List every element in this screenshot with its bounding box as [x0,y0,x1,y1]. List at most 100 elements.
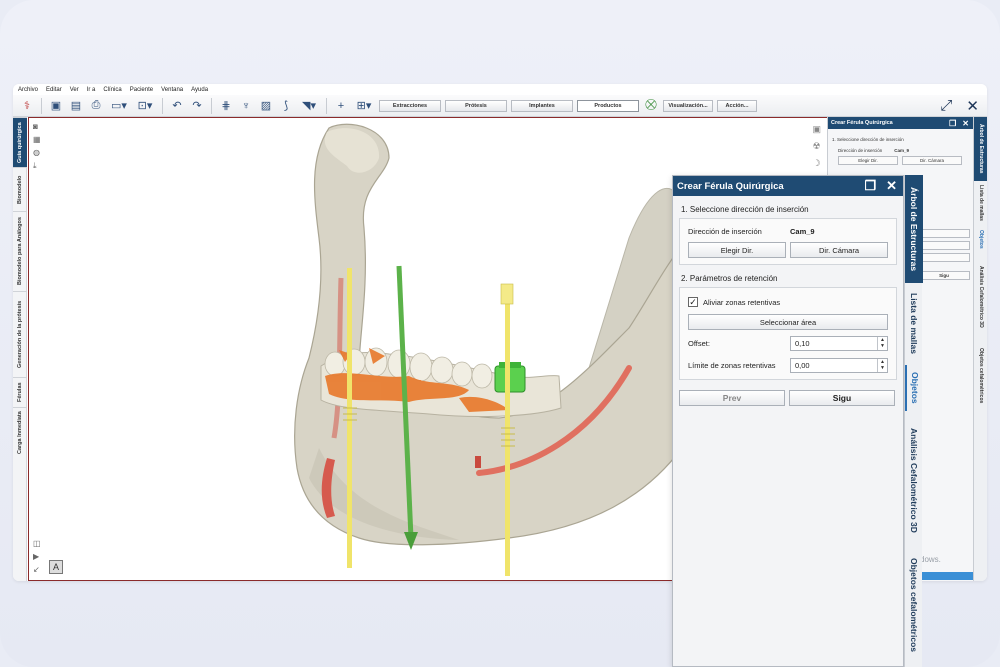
crosshair-icon[interactable]: + [333,98,349,114]
patient-icon[interactable]: ⚕ [19,98,35,114]
toolbar: ⚕ ▣ ▤ ⎙ ▭▾ ⊡▾ ↶ ↷ ⋕ ♆ ▨ ⟆ ◥▾ + ⊞▾ Extrac… [13,95,987,117]
small-field-3[interactable] [918,253,970,262]
extracciones-button[interactable]: Extracciones [379,99,441,112]
menu-editar[interactable]: Editar [46,87,62,93]
restore-icon[interactable]: ❐ [864,178,876,194]
camera-icon[interactable]: ◥▾ [298,98,320,114]
close-icon[interactable]: ✕ [886,178,897,194]
menu-ventana[interactable]: Ventana [161,87,183,93]
curve-icon[interactable]: ⟆ [278,98,294,114]
accion-button[interactable]: Acción... [717,99,757,112]
select-area-button[interactable]: Seleccionar área [688,314,888,330]
menu-ir-a[interactable]: Ir a [87,87,96,93]
tab-objetos-cefalometricos[interactable]: Objetos cefalométricos [905,549,923,661]
view-2d-icon[interactable]: ▭▾ [108,98,130,114]
restore-icon[interactable]: ❐ [949,119,956,128]
menu-ayuda[interactable]: Ayuda [191,87,208,93]
toolbar-separator [211,97,212,114]
tab-objetos[interactable]: Objetos [905,365,923,411]
offset-row: Offset: 0,10 ▲ ▼ [688,335,890,351]
tab-biomodelo[interactable]: Biomodelo [13,167,27,211]
orientation-icon[interactable]: ↙ [33,565,41,574]
layout-icon[interactable]: ⊡▾ [134,98,156,114]
mandible [294,123,702,546]
tab-analisis-cefalometrico[interactable]: Análisis Cefalométrico 3D [905,415,923,545]
small-fields: Sigu [918,229,970,280]
implant-pin-right [505,286,510,576]
basket-icon[interactable]: ⛒ [643,98,659,114]
small-tab-lista[interactable]: Lista de mallas [974,183,987,223]
small-elegir-button[interactable]: Elegir Dir. [838,156,898,165]
close-icon[interactable]: ✕ [966,97,979,115]
tooth-icon[interactable]: ♆ [238,98,254,114]
tab-ferulas[interactable]: Férulas [13,377,27,407]
small-dir-label: Dirección de inserción [838,148,883,153]
redo-icon[interactable]: ↷ [189,98,205,114]
viewport-bottom-tools: ◫ ▶ ↙ [33,539,41,574]
nav-buttons: Prev Sigu [679,390,897,406]
next-button[interactable]: Sigu [789,390,895,406]
implant-pin-left [347,268,352,568]
direction-buttons: Elegir Dir. Dir. Cámara [688,242,890,258]
offset-input[interactable]: 0,10 ▲ ▼ [790,335,888,351]
small-dir-row: Dirección de inserción Cam_9 [838,148,969,153]
small-tab-objetos[interactable]: Objetos [974,225,987,253]
save-all-icon[interactable]: ▤ [68,98,84,114]
image-icon[interactable]: ▨ [258,98,274,114]
direction-row: Dirección de inserción Cam_9 [688,223,890,239]
small-tab-arbol[interactable]: Árbol de Estructuras [974,117,987,181]
productos-button[interactable]: Productos [577,99,639,112]
small-tab-analisis[interactable]: Análisis Cefalométrico 3D [974,255,987,339]
video-icon[interactable]: ▶ [33,552,41,561]
small-field-2[interactable] [918,241,970,250]
small-camara-button[interactable]: Dir. Cámara [902,156,962,165]
direction-label: Dirección de inserción [688,226,762,236]
menu-clinica[interactable]: Clínica [103,87,121,93]
offset-spinner[interactable]: ▲ ▼ [877,336,887,350]
close-icon[interactable]: ✕ [962,119,969,128]
expand-icon[interactable]: ⤢ [940,97,952,115]
prev-button[interactable]: Prev [679,390,785,406]
dialog-right-tabs: Árbol de Estructuras Lista de mallas Obj… [904,175,923,667]
relieve-checkbox[interactable]: ✓ [688,297,698,307]
undo-icon[interactable]: ↶ [169,98,185,114]
section-retention: 2. Parámetros de retención ✓ Aliviar zon… [679,271,897,380]
tab-arbol-estructuras[interactable]: Árbol de Estructuras [905,175,923,283]
elegir-dir-button[interactable]: Elegir Dir. [688,242,786,258]
splint-dialog: Crear Férula Quirúrgica ❐ ✕ 1. Seleccion… [672,175,904,667]
visualizacion-button[interactable]: Visualización... [663,99,713,112]
small-right-tabs: Árbol de Estructuras Lista de mallas Obj… [973,117,987,581]
implantes-button[interactable]: Implantes [511,99,573,112]
print-icon[interactable]: ⎙ [88,98,104,114]
small-tab-objetos-cef[interactable]: Objetos cefalométricos [974,341,987,411]
tab-generacion-protesis[interactable]: Generación de la prótesis [13,291,27,377]
offset-value: 0,10 [795,338,810,348]
grid-icon[interactable]: ⊞▾ [353,98,375,114]
window-controls: ⤢ ✕ [940,97,979,115]
tab-carga-inmediata[interactable]: Carga Inmediata [13,407,27,457]
small-next-button[interactable]: Sigu [918,271,970,280]
menu-bar: Archivo Editar Ver Ir a Clínica Paciente… [13,84,987,95]
limit-input[interactable]: 0,00 ▲ ▼ [790,357,888,373]
tab-guia-quirurgica[interactable]: Guía quirúrgica [13,117,27,167]
dir-camara-button[interactable]: Dir. Cámara [790,242,888,258]
limit-spinner[interactable]: ▲ ▼ [877,358,887,372]
relieve-label: Aliviar zonas retentivas [703,297,781,307]
tab-lista-mallas[interactable]: Lista de mallas [905,285,923,361]
dialog-title-bar: Crear Férula Quirúrgica ❐ ✕ [673,176,903,196]
protesis-button[interactable]: Prótesis [445,99,507,112]
tab-biomodelo-analogos[interactable]: Biomodelo para Análogos [13,211,27,291]
orientation-cube[interactable]: A [49,560,63,574]
small-field-1[interactable] [918,229,970,238]
save-icon[interactable]: ▣ [48,98,64,114]
menu-ver[interactable]: Ver [70,87,79,93]
activate-windows-watermark: dows. [920,555,941,564]
screenshot-icon[interactable]: ◫ [33,539,41,548]
menu-paciente[interactable]: Paciente [130,87,153,93]
menu-archivo[interactable]: Archivo [18,87,38,93]
small-dir-value: Cam_9 [894,148,910,153]
limit-label: Límite de zonas retentivas [688,360,776,370]
panoramic-icon[interactable]: ⋕ [218,98,234,114]
small-panel-controls: ❐ ✕ [949,119,969,128]
section-insertion: 1. Seleccione dirección de inserción Dir… [679,202,897,265]
